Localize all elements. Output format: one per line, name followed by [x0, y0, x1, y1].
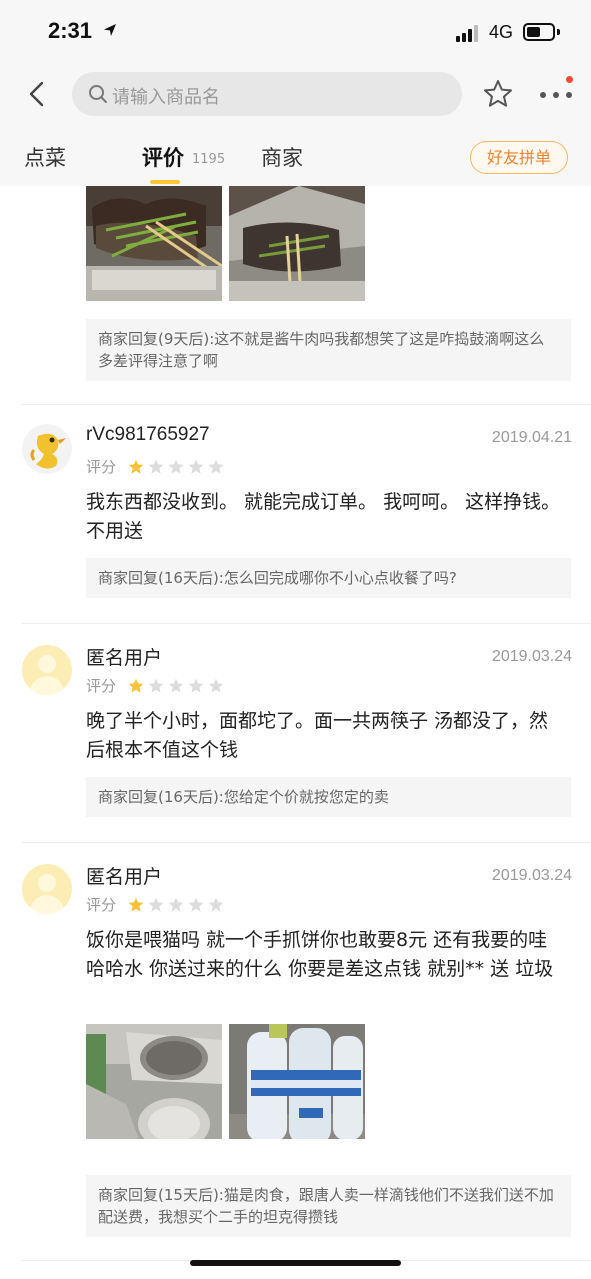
home-indicator[interactable]: [190, 1260, 401, 1266]
rating-label: 评分: [86, 677, 117, 695]
star-empty-icon: [208, 897, 224, 912]
star-empty-icon: [168, 897, 184, 912]
star-empty-icon: [168, 678, 184, 693]
review-count: 1195: [192, 152, 226, 167]
nav-bar: 请输入商品名: [0, 66, 591, 122]
username: 匿名用户: [86, 867, 163, 888]
review-date: 2019.03.24: [491, 648, 572, 665]
review-photo[interactable]: [229, 1024, 365, 1139]
tab-dishes[interactable]: 点菜: [24, 142, 66, 172]
username: rVc981765927: [86, 424, 210, 445]
merchant-reply: 商家回复(9天后):这不就是酱牛肉吗我都想笑了这是咋捣鼓滴啊这么多差评得注意了啊: [86, 319, 571, 381]
avatar[interactable]: [22, 645, 72, 695]
signal-icon: [456, 24, 482, 42]
battery-tip: [557, 29, 560, 35]
star-filled-icon: [128, 678, 144, 693]
star-empty-icon: [208, 459, 224, 474]
review-date: 2019.03.24: [491, 867, 572, 884]
network-type: 4G: [489, 22, 514, 42]
status-bar: 2:31 4G: [0, 0, 591, 66]
review-list: 商家回复(9天后):这不就是酱牛肉吗我都想笑了这是咋捣鼓滴啊这么多差评得注意了啊…: [0, 186, 591, 1279]
avatar[interactable]: [22, 424, 72, 474]
divider: [22, 623, 591, 624]
merchant-reply: 商家回复(16天后):怎么回完成哪你不小心点收餐了吗?: [86, 558, 571, 598]
battery-icon: [523, 23, 555, 41]
star-rating: [128, 678, 228, 694]
rating-label: 评分: [86, 896, 117, 914]
search-placeholder: 请输入商品名: [112, 87, 220, 108]
group-order-button[interactable]: 好友拼单: [470, 141, 568, 174]
favorite-star-icon[interactable]: [482, 78, 514, 110]
rating-label: 评分: [86, 458, 117, 476]
star-empty-icon: [188, 678, 204, 693]
more-icon[interactable]: [538, 76, 574, 108]
divider: [22, 404, 591, 405]
avatar[interactable]: [22, 864, 72, 914]
star-empty-icon: [188, 897, 204, 912]
notification-dot: [566, 76, 573, 83]
star-rating: [128, 459, 228, 475]
status-time: 2:31: [48, 18, 93, 43]
divider: [22, 842, 591, 843]
star-filled-icon: [128, 459, 144, 474]
star-empty-icon: [148, 678, 164, 693]
location-arrow-icon: [104, 24, 116, 36]
back-icon[interactable]: [22, 78, 54, 110]
tab-reviews[interactable]: 评价: [142, 142, 184, 172]
review-date: 2019.04.21: [491, 429, 572, 446]
review-photo[interactable]: [86, 186, 222, 301]
review-text: 晚了半个小时，面都坨了。面一共两筷子 汤都没了，然后根本不值这个钱: [86, 710, 549, 761]
star-empty-icon: [168, 459, 184, 474]
star-empty-icon: [188, 459, 204, 474]
review-text: 我东西都没收到。 就能完成订单。 我呵呵。 这样挣钱。不用送: [86, 491, 561, 542]
username: 匿名用户: [86, 648, 163, 669]
star-rating: [128, 897, 228, 913]
star-filled-icon: [128, 897, 144, 912]
star-empty-icon: [148, 459, 164, 474]
tab-bar: 点菜 评价 1195 商家 好友拼单: [0, 122, 591, 186]
tab-merchant[interactable]: 商家: [261, 142, 303, 172]
merchant-reply: 商家回复(16天后):您给定个价就按您定的卖: [86, 777, 571, 817]
search-icon: [89, 85, 107, 103]
top-area: 2:31 4G 请输入商品名 点菜 评价 1195 商家 好友拼单: [0, 0, 591, 186]
star-empty-icon: [208, 678, 224, 693]
search-input[interactable]: 请输入商品名: [72, 72, 462, 116]
active-tab-indicator: [150, 180, 180, 184]
review-text: 饭你是喂猫吗 就一个手抓饼你也敢要8元 还有我要的哇哈哈水 你送过来的什么 你要…: [86, 929, 554, 980]
review-photo[interactable]: [229, 186, 365, 301]
merchant-reply: 商家回复(15天后):猫是肉食，跟唐人卖一样滴钱他们不送我们送不加配送费，我想买…: [86, 1175, 571, 1237]
star-empty-icon: [148, 897, 164, 912]
review-photo[interactable]: [86, 1024, 222, 1139]
